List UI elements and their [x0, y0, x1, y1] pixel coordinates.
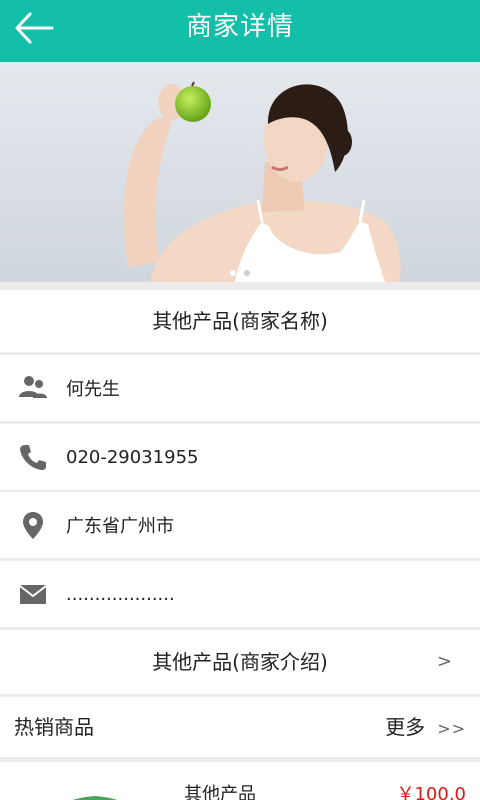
email-row: ................... — [0, 561, 480, 627]
product-thumbnail — [72, 796, 118, 800]
contact-person-row: 何先生 — [0, 355, 480, 421]
more-label: 更多 — [385, 715, 426, 739]
chevron-right-icon: > — [436, 651, 452, 672]
product-price: ￥100.0 — [396, 784, 466, 800]
banner-dot[interactable] — [230, 270, 236, 276]
email-text: ................... — [66, 583, 175, 605]
contact-person-text: 何先生 — [66, 379, 120, 400]
top-bar: 商家详情 — [0, 0, 480, 62]
double-chevron-right-icon: >> — [437, 719, 466, 738]
address-text: 广东省广州市 — [66, 516, 174, 537]
banner-dot[interactable] — [244, 270, 250, 276]
banner-pagination — [0, 270, 480, 276]
envelope-icon — [0, 561, 66, 627]
product-name: 其他产品 — [184, 784, 256, 800]
woman-with-apple-image — [0, 62, 480, 282]
product-item[interactable]: 其他产品 ￥100.0 — [0, 762, 480, 800]
merchant-name: 其他产品(商家名称) — [0, 290, 480, 352]
phone-icon — [0, 424, 66, 490]
merchant-intro-link[interactable]: 其他产品(商家介绍) > — [0, 630, 480, 694]
address-row: 广东省广州市 — [0, 492, 480, 558]
merchant-intro-label: 其他产品(商家介绍) — [152, 650, 328, 674]
hot-products-title: 热销商品 — [14, 715, 94, 739]
banner-image[interactable] — [0, 62, 480, 282]
location-pin-icon — [0, 492, 66, 558]
user-group-icon — [0, 355, 66, 421]
hot-products-header: 热销商品 更多 >> — [0, 697, 480, 757]
more-button[interactable]: 更多 >> — [385, 697, 466, 759]
phone-row[interactable]: 020-29031955 — [0, 424, 480, 490]
page-title: 商家详情 — [185, 12, 294, 42]
phone-text: 020-29031955 — [66, 446, 199, 468]
